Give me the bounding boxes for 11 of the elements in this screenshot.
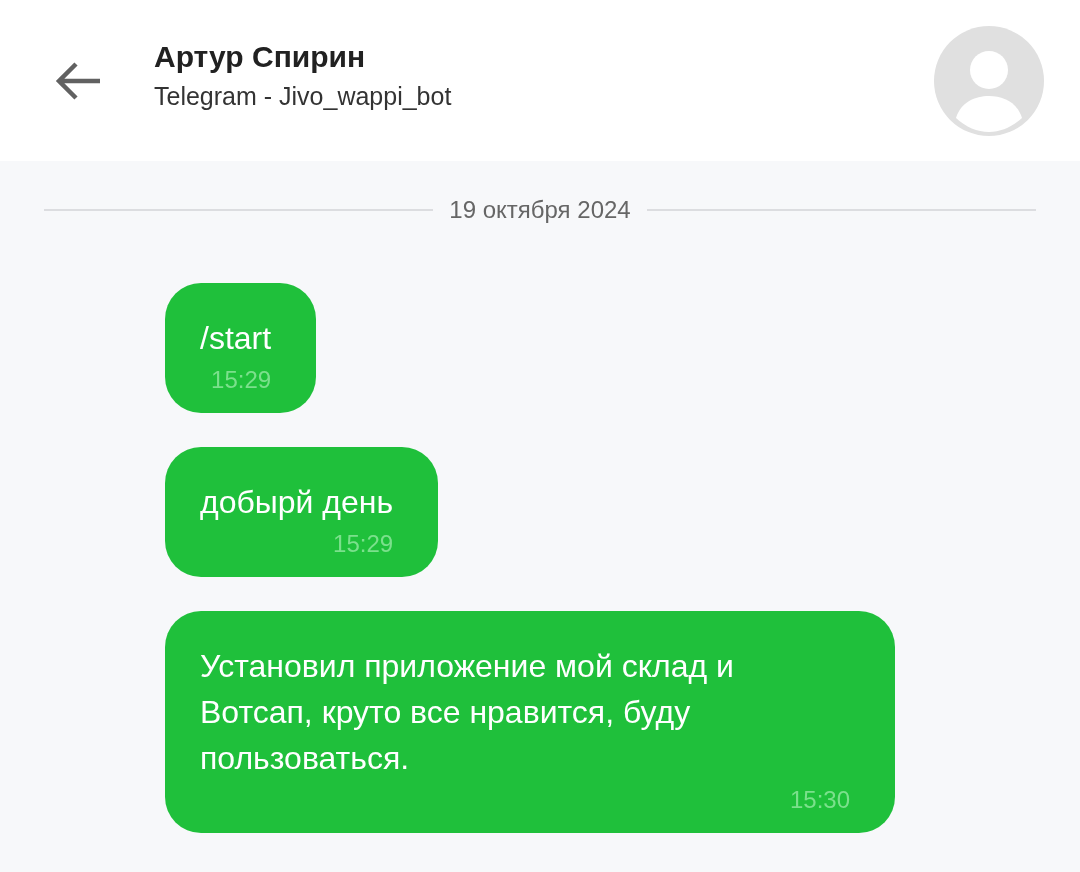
message-time: 15:29 xyxy=(211,365,272,395)
message-time: 15:30 xyxy=(789,785,850,815)
contact-name: Артур Спирин xyxy=(154,38,367,75)
avatar-icon xyxy=(934,25,1044,136)
message-text: добырй день xyxy=(200,483,394,522)
date-divider: 19 октября 2024 xyxy=(449,195,631,225)
message-text: /start xyxy=(200,319,272,358)
message-text: Установил приложение мой склад и Вотсап, круто все нравится, буду пользоваться. xyxy=(200,647,735,778)
contact-channel: Telegram - Jivo_wappi_bot xyxy=(154,80,452,112)
back-arrow-icon xyxy=(54,60,102,101)
message-time: 15:29 xyxy=(333,529,394,559)
